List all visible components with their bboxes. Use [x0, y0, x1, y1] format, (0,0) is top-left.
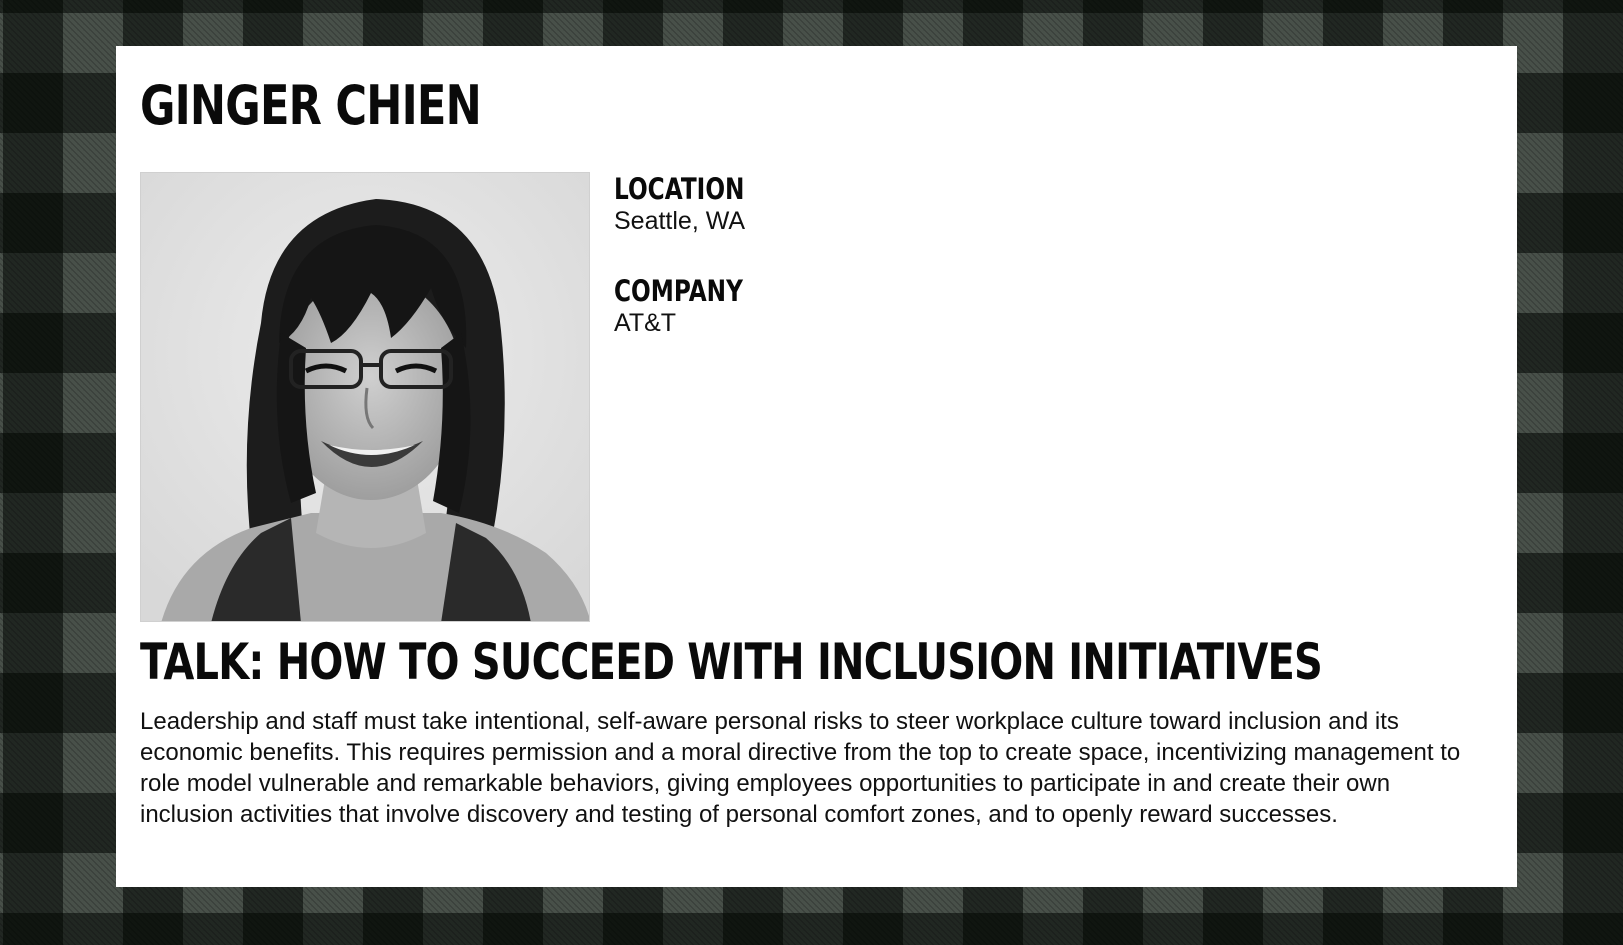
speaker-photo: [140, 172, 590, 622]
speaker-details: LOCATION Seattle, WA COMPANY AT&T: [614, 172, 777, 376]
location-value: Seattle, WA: [614, 207, 746, 235]
company-value: AT&T: [614, 309, 677, 337]
speaker-name: GINGER CHIEN: [140, 74, 482, 137]
company-label: COMPANY: [614, 274, 743, 308]
location-label: LOCATION: [614, 172, 745, 206]
talk-title: TALK: HOW TO SUCCEED WITH INCLUSION INIT…: [140, 633, 1323, 691]
speaker-portrait-image: [141, 173, 589, 621]
speaker-card: GINGER CHIEN LOCATION Seattle, WA COMPAN…: [116, 46, 1517, 887]
talk-description: Leadership and staff must take intention…: [140, 708, 1461, 828]
